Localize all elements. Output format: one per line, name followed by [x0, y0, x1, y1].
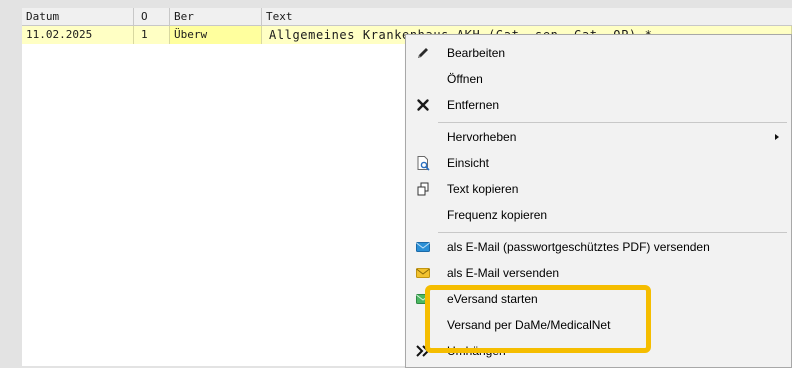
close-icon	[415, 97, 431, 113]
menu-item-label: Frequenz kopieren	[447, 208, 548, 222]
menu-separator	[438, 232, 787, 233]
menu-item-bearbeiten[interactable]: Bearbeiten	[406, 40, 791, 66]
email-green-icon	[415, 291, 431, 307]
menu-item-einsicht[interactable]: Einsicht	[406, 150, 791, 176]
double-chevron-right-icon	[415, 343, 431, 359]
copy-icon	[415, 181, 431, 197]
submenu-arrow-icon	[775, 134, 779, 140]
menu-item-label: als E-Mail versenden	[447, 266, 560, 280]
context-menu: Bearbeiten Öffnen Entfernen Hervorheben …	[405, 34, 792, 368]
menu-item-hervorheben[interactable]: Hervorheben	[406, 124, 791, 150]
cell-o: 1	[134, 26, 170, 44]
pencil-icon	[415, 45, 431, 61]
menu-item-label: Einsicht	[447, 156, 490, 170]
grid-header: Datum O Ber Text	[22, 8, 792, 26]
menu-item-entfernen[interactable]: Entfernen	[406, 92, 791, 118]
menu-item-frequenz-kopieren[interactable]: Frequenz kopieren	[406, 202, 791, 228]
cell-ber: Überw	[170, 26, 262, 44]
menu-item-label: Text kopieren	[447, 182, 519, 196]
email-blue-icon	[415, 239, 431, 255]
menu-item-eversand[interactable]: eVersand starten	[406, 286, 791, 312]
menu-item-label: Umhängen	[447, 344, 506, 358]
menu-item-email-pdf[interactable]: als E-Mail (passwortgeschütztes PDF) ver…	[406, 234, 791, 260]
menu-item-versand-dame-medicalnet[interactable]: Versand per DaMe/MedicalNet	[406, 312, 791, 338]
menu-item-umhaengen[interactable]: Umhängen	[406, 338, 791, 364]
column-header-o[interactable]: O	[134, 8, 170, 25]
menu-item-label: Versand per DaMe/MedicalNet	[447, 318, 611, 332]
menu-item-text-kopieren[interactable]: Text kopieren	[406, 176, 791, 202]
document-preview-icon	[415, 155, 431, 171]
email-yellow-icon	[415, 265, 431, 281]
cell-datum: 11.02.2025	[22, 26, 134, 44]
menu-item-label: Hervorheben	[447, 130, 517, 144]
menu-item-label: eVersand starten	[447, 292, 538, 306]
column-header-datum[interactable]: Datum	[22, 8, 134, 25]
menu-item-oeffnen[interactable]: Öffnen	[406, 66, 791, 92]
menu-item-email[interactable]: als E-Mail versenden	[406, 260, 791, 286]
column-header-ber[interactable]: Ber	[170, 8, 262, 25]
menu-item-label: Bearbeiten	[447, 46, 506, 60]
menu-separator	[438, 122, 787, 123]
menu-item-label: als E-Mail (passwortgeschütztes PDF) ver…	[447, 240, 710, 254]
menu-item-label: Öffnen	[447, 72, 483, 86]
column-header-text[interactable]: Text	[262, 8, 792, 25]
menu-item-label: Entfernen	[447, 98, 500, 112]
